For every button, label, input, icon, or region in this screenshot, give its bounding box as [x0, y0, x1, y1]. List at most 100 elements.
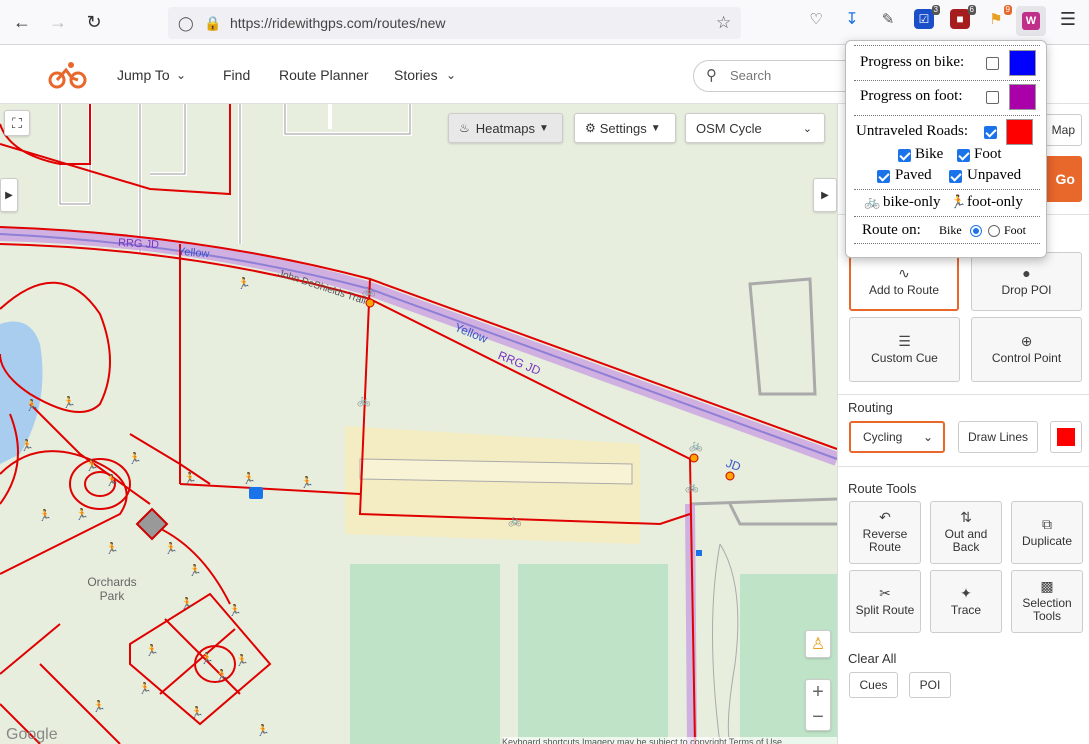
route-color-picker[interactable] [1050, 421, 1082, 453]
map-pin-icon: ● [1022, 264, 1031, 281]
svg-text:🚲: 🚲 [689, 439, 703, 452]
google-logo: Google [6, 726, 58, 743]
svg-text:🏃: 🏃 [300, 476, 314, 489]
magic-wand-icon: ✦ [960, 584, 972, 601]
collapse-left-icon[interactable]: ▶ [0, 178, 18, 212]
svg-text:🏃: 🏃 [105, 542, 119, 555]
progress-bike-checkbox[interactable] [986, 57, 999, 70]
control-point-icon: ⊕ [1020, 332, 1033, 349]
progress-foot-checkbox[interactable] [986, 91, 999, 104]
back-icon[interactable]: ← [8, 8, 36, 36]
add-to-route-button[interactable]: ∿ Add to Route [849, 252, 959, 311]
svg-text:🏃: 🏃 [20, 439, 34, 452]
svg-text:🚲: 🚲 [685, 480, 699, 493]
untraveled-checkbox[interactable] [984, 126, 997, 139]
clear-all-label: Clear All [848, 651, 897, 666]
drop-poi-button[interactable]: ● Drop POI [971, 252, 1082, 311]
nav-route-planner[interactable]: Route Planner [279, 67, 369, 83]
extension-popup: Progress on bike: Progress on foot: Untr… [845, 40, 1047, 258]
bitwarden-icon[interactable]: ☑ 3 [914, 5, 940, 29]
heatmaps-button[interactable]: ♨ Heatmaps ▼ [448, 113, 563, 143]
svg-text:🏃: 🏃 [200, 652, 214, 665]
trace-button[interactable]: ✦ Trace [930, 570, 1002, 633]
nav-stories[interactable]: Stories [394, 67, 438, 83]
out-back-icon: ⇅ [960, 509, 972, 525]
nav-find[interactable]: Find [223, 67, 250, 83]
reverse-route-button[interactable]: ↶ Reverse Route [849, 501, 921, 564]
unpaved-checkbox[interactable] [949, 170, 962, 183]
download-icon[interactable]: ↧ [842, 9, 862, 29]
svg-text:🏃: 🏃 [242, 472, 256, 485]
paved-checkbox[interactable] [877, 170, 890, 183]
untraveled-row: Untraveled Roads: Bike Foot Paved Unpave… [854, 116, 1040, 190]
svg-text:🏃: 🏃 [188, 564, 202, 577]
svg-text:🏃: 🏃 [180, 597, 194, 610]
extensions-icon[interactable]: ✎ [878, 9, 898, 29]
svg-text:🏃: 🏃 [235, 654, 249, 667]
zoom-control: + − [805, 679, 831, 731]
color-swatch [1057, 428, 1075, 446]
selection-tools-button[interactable]: ▩ Selection Tools [1011, 570, 1083, 633]
map-svg[interactable]: 🏃 🚲 🚲 🏃 🏃 🚲 🚲 🚲 🏃 🏃 🏃 🏃 🏃 🏃 🏃 🏃 🏃 🏃 🏃 🏃 … [0, 104, 837, 744]
lock-icon[interactable]: 🔒 [204, 15, 221, 32]
draw-lines-button[interactable]: Draw Lines [958, 421, 1038, 453]
split-route-button[interactable]: ✂ Split Route [849, 570, 921, 633]
list-icon: ☰ [898, 332, 911, 349]
route-bike-radio[interactable] [970, 225, 982, 237]
foot-color-swatch[interactable] [1009, 84, 1036, 110]
foot-checkbox[interactable] [957, 149, 970, 162]
map-attribution[interactable]: Keyboard shortcuts Imagery may be subjec… [502, 737, 837, 744]
legend-row: 🚲 bike-only 🏃 foot-only [854, 190, 1040, 217]
ublock-icon[interactable]: ■ 6 [950, 5, 976, 29]
menu-icon[interactable]: ☰ [1058, 9, 1078, 29]
custom-cue-button[interactable]: ☰ Custom Cue [849, 317, 960, 382]
divider [838, 394, 1089, 395]
url-bar[interactable]: ◯ 🔒 https://ridewithgps.com/routes/new ☆ [168, 7, 741, 39]
star-icon[interactable]: ☆ [716, 13, 731, 33]
forward-icon[interactable]: → [44, 8, 72, 36]
route-foot-radio[interactable] [988, 225, 1000, 237]
shield-icon[interactable]: ◯ [178, 15, 194, 32]
logo-icon[interactable] [48, 60, 88, 90]
browser-toolbar: ← → ↻ ◯ 🔒 https://ridewithgps.com/routes… [0, 0, 1089, 45]
zoom-out-icon[interactable]: − [812, 706, 824, 729]
route-on-row: Route on: Bike Foot [854, 217, 1040, 244]
pedestrian-icon: 🏃 [950, 194, 967, 209]
flame-icon: ♨ [459, 121, 470, 135]
svg-text:🏃: 🏃 [256, 724, 270, 737]
clear-poi-button[interactable]: POI [909, 672, 951, 698]
svg-text:🏃: 🏃 [145, 644, 159, 657]
svg-text:🏃: 🏃 [92, 700, 106, 713]
street-view-icon[interactable]: ♙ [805, 630, 831, 658]
svg-text:🏃: 🏃 [164, 542, 178, 555]
chevron-down-icon: ⌄ [802, 122, 812, 135]
chevron-down-icon: ▼ [650, 122, 661, 134]
clear-cues-button[interactable]: Cues [849, 672, 898, 698]
search-box[interactable]: ⚲ [693, 60, 863, 92]
map-canvas[interactable]: 🏃 🚲 🚲 🏃 🏃 🚲 🚲 🚲 🏃 🏃 🏃 🏃 🏃 🏃 🏃 🏃 🏃 🏃 🏃 🏃 … [0, 104, 837, 744]
scissors-icon: ✂ [879, 584, 891, 601]
routing-mode-select[interactable]: Cycling ⌄ [849, 421, 945, 453]
url-text[interactable]: https://ridewithgps.com/routes/new [230, 15, 446, 31]
bike-icon: 🚲 [864, 194, 881, 209]
control-point-button[interactable]: ⊕ Control Point [971, 317, 1082, 382]
svg-text:🏃: 🏃 [138, 682, 152, 695]
reload-icon[interactable]: ↻ [80, 8, 108, 36]
pocket-icon[interactable]: ♡ [806, 9, 826, 29]
nav-jump-to[interactable]: Jump To [117, 67, 170, 83]
map-layer-select[interactable]: OSM Cycle ⌄ [685, 113, 825, 143]
duplicate-button[interactable]: ⧉ Duplicate [1011, 501, 1083, 564]
search-input[interactable] [730, 68, 850, 83]
zoom-in-icon[interactable]: + [812, 681, 824, 704]
tag-icon[interactable]: ⚑ 9 [986, 5, 1012, 29]
collapse-right-icon[interactable]: ▶ [813, 178, 837, 212]
chevron-down-icon[interactable]: ⌄ [176, 68, 186, 82]
out-and-back-button[interactable]: ⇅ Out and Back [930, 501, 1002, 564]
fullscreen-icon[interactable]: ⛶ [4, 110, 30, 136]
settings-button[interactable]: ⚙ Settings ▼ [574, 113, 676, 143]
untraveled-color-swatch[interactable] [1006, 119, 1033, 145]
bike-color-swatch[interactable] [1009, 50, 1036, 76]
chevron-down-icon[interactable]: ⌄ [446, 68, 456, 82]
extension-active-icon[interactable]: W [1016, 6, 1046, 36]
bike-checkbox[interactable] [898, 149, 911, 162]
